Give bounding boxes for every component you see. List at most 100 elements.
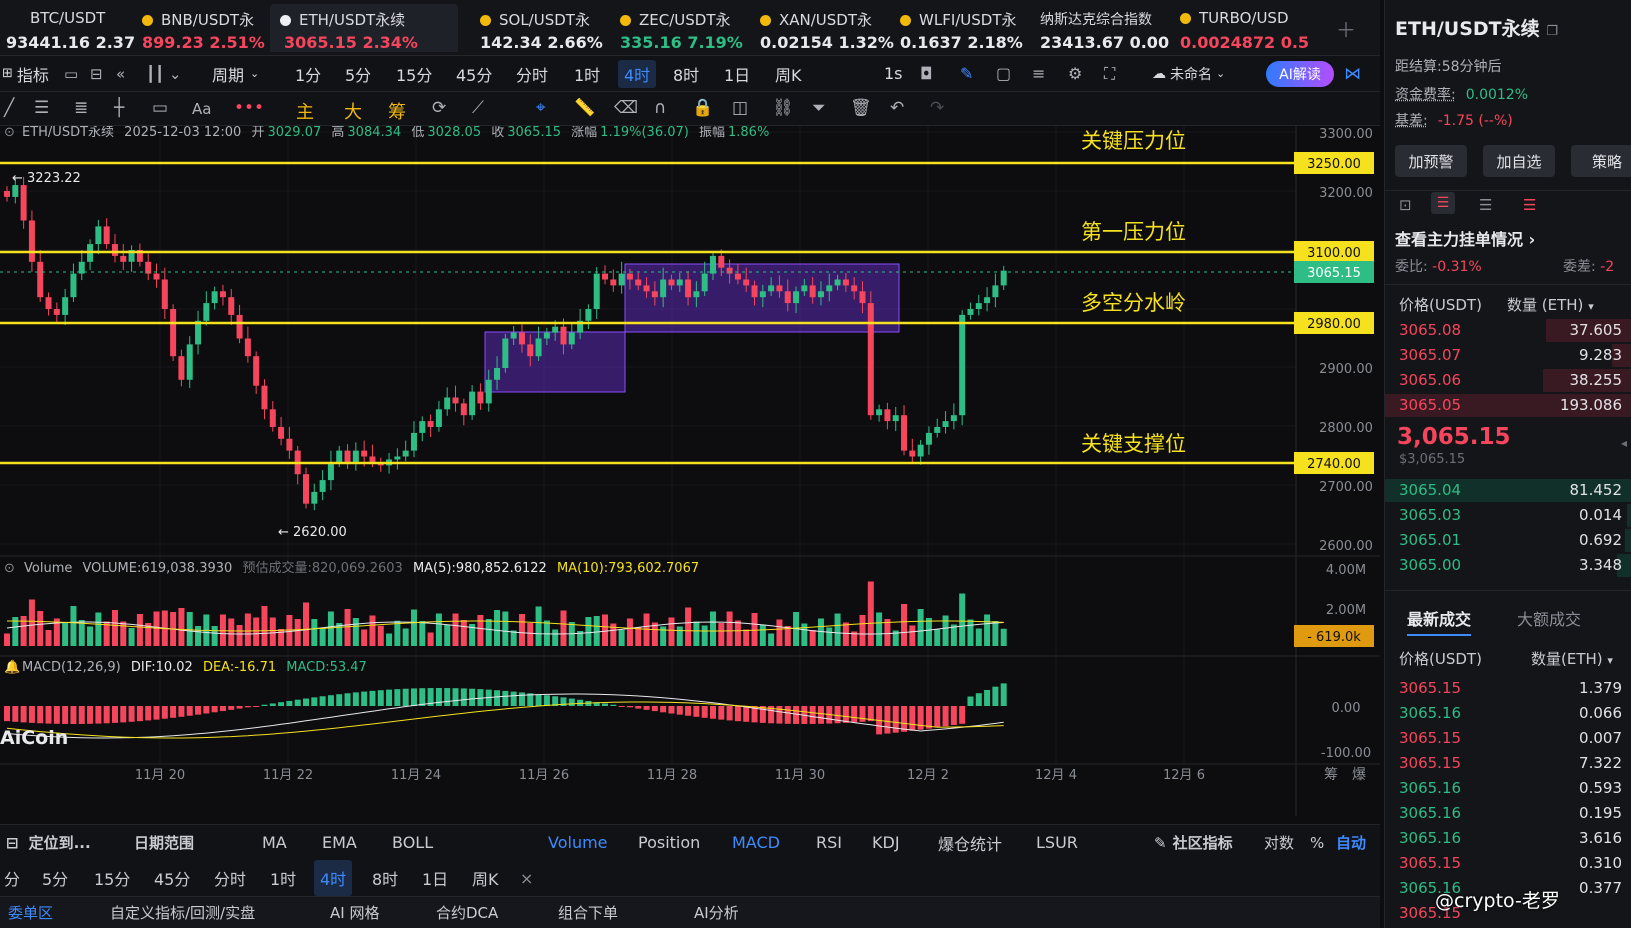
interval-1h[interactable]: 1时	[574, 56, 600, 91]
interval-8h[interactable]: 8时	[673, 56, 699, 91]
indicator-rsi[interactable]: RSI	[816, 825, 842, 860]
date-range-button[interactable]: 日期范围	[134, 825, 194, 860]
indicator-ema[interactable]: EMA	[322, 825, 357, 860]
ask-row[interactable]: 3065.05 193.086	[1385, 393, 1631, 418]
liquidation-corner-label[interactable]: 爆	[1352, 767, 1366, 783]
indicator-position[interactable]: Position	[638, 825, 700, 860]
interval-1m[interactable]: 1分	[295, 56, 321, 91]
ticker-tab-bnb[interactable]: BNB/USDT永 899.23 2.51%	[142, 4, 266, 52]
ticker-tab-btc[interactable]: BTC/USDT 93441.16 2.37	[6, 4, 135, 52]
orderbook-qty-header[interactable]: 数量 (ETH) ▾	[1507, 294, 1594, 315]
filter-icon[interactable]: ⏷	[812, 98, 826, 118]
strategy-button[interactable]: 策略	[1571, 145, 1631, 177]
collapse-icon[interactable]: ⊙	[4, 125, 15, 140]
quick-interval-1d[interactable]: 1日	[422, 860, 448, 896]
tab-ai-grid[interactable]: AI 网格	[330, 897, 379, 928]
share-icon[interactable]: ⋈	[1344, 56, 1361, 91]
draw-big-label[interactable]: 大	[344, 98, 362, 124]
compare-icon[interactable]: ⊟	[90, 56, 103, 91]
interval-15m[interactable]: 15分	[396, 56, 432, 91]
interval-timeshare[interactable]: 分时	[516, 56, 548, 91]
orderbook-view-split-icon[interactable]: ☰	[1431, 192, 1455, 214]
measure-icon[interactable]: ⟋	[472, 98, 484, 118]
indicator-button[interactable]: ⊞ 指标	[2, 56, 49, 91]
quick-interval-15m[interactable]: 15分	[94, 860, 130, 896]
log-scale-toggle[interactable]: 对数	[1264, 825, 1294, 860]
interval-1d[interactable]: 1日	[724, 56, 750, 91]
pencil-icon[interactable]: ✎	[960, 56, 973, 91]
add-tab-icon[interactable]: ＋	[1336, 14, 1356, 43]
tab-contract-dca[interactable]: 合约DCA	[436, 897, 498, 928]
quick-interval-1h[interactable]: 1时	[270, 860, 296, 896]
ticker-tab-nasdaq[interactable]: 纳斯达克综合指数 23413.67 0.00	[1040, 4, 1169, 52]
quick-interval-5m[interactable]: 5分	[42, 860, 68, 896]
quick-interval-week[interactable]: 周K	[472, 860, 499, 896]
list-icon[interactable]: ≡	[1032, 56, 1045, 91]
bid-row[interactable]: 3065.00 3.348	[1385, 553, 1631, 578]
tab-large-trades[interactable]: 大额成交	[1517, 606, 1581, 630]
indicator-volume[interactable]: Volume	[548, 825, 608, 860]
parallel-tool-icon[interactable]: ≣	[74, 98, 88, 118]
tab-latest-trades[interactable]: 最新成交	[1407, 606, 1472, 636]
quick-interval-timeshare[interactable]: 分时	[214, 860, 246, 896]
locate-button[interactable]: ⊟ 定位到...	[6, 825, 91, 860]
draw-chip-label[interactable]: 筹	[388, 98, 406, 124]
eraser-icon[interactable]: ⌫	[614, 98, 638, 118]
ticker-tab-eth[interactable]: ETH/USDT永续 3065.15 2.34%	[270, 4, 458, 52]
lock-icon[interactable]: 🔒	[692, 98, 713, 118]
chart-type-icon[interactable]: ┃┃ ⌄	[146, 56, 181, 91]
orderbook-view-bids-icon[interactable]: ☰	[1479, 196, 1492, 214]
sync-icon[interactable]: ⟳	[432, 98, 446, 118]
indicator-lsur[interactable]: LSUR	[1036, 825, 1078, 860]
percent-scale-toggle[interactable]: %	[1310, 825, 1324, 860]
trash-icon[interactable]: 🗑	[850, 98, 872, 118]
magnet-icon[interactable]: ∩	[654, 98, 666, 118]
comment-icon[interactable]: ▢	[996, 56, 1011, 91]
auto-scale-toggle[interactable]: 自动	[1336, 825, 1366, 860]
line-tool-icon[interactable]: ╱	[4, 98, 14, 118]
add-watchlist-button[interactable]: 加自选	[1483, 145, 1555, 177]
quick-interval-8h[interactable]: 8时	[372, 860, 398, 896]
add-alert-button[interactable]: 加预警	[1395, 145, 1467, 177]
cursor-icon[interactable]: ⌖	[536, 98, 546, 118]
tab-ai-analysis[interactable]: AI分析	[694, 897, 739, 928]
text-tool-icon[interactable]: Aa	[192, 100, 211, 118]
rect-tool-icon[interactable]: ▭	[152, 98, 168, 118]
hlines-tool-icon[interactable]: ☰	[34, 98, 49, 118]
tab-orders[interactable]: 委单区	[8, 897, 53, 928]
ticker-tab-zec[interactable]: ZEC/USDT永 335.16 7.19%	[620, 4, 744, 52]
undo-icon[interactable]: ↶	[890, 98, 904, 118]
main-orders-link[interactable]: 查看主力挂单情况 ›	[1395, 226, 1535, 250]
period-dropdown[interactable]: 周期 ⌄	[212, 56, 259, 91]
draw-main-label[interactable]: 主	[296, 98, 314, 124]
interval-week[interactable]: 周K	[775, 56, 802, 91]
interval-5m[interactable]: 5分	[345, 56, 371, 91]
more-tools-icon[interactable]: •••	[234, 98, 264, 118]
indicator-boll[interactable]: BOLL	[392, 825, 433, 860]
fullscreen-icon[interactable]: ⛶	[1104, 56, 1115, 91]
layout-icon[interactable]: ▭	[64, 56, 78, 91]
camera-icon[interactable]: ◘	[920, 56, 933, 91]
redo-icon[interactable]: ↷	[930, 98, 944, 118]
indicator-macd[interactable]: MACD	[732, 825, 780, 860]
interval-45m[interactable]: 45分	[456, 56, 492, 91]
trades-qty-header[interactable]: 数量(ETH) ▾	[1531, 648, 1613, 669]
quick-interval-1m[interactable]: 分	[4, 860, 20, 896]
ruler-icon[interactable]: 📏	[574, 98, 595, 118]
chip-corner-label[interactable]: 筹	[1324, 766, 1338, 783]
indicator-ma[interactable]: MA	[262, 825, 287, 860]
one-second-button[interactable]: 1s	[884, 56, 903, 91]
indicator-liquidation[interactable]: 爆仓统计	[938, 825, 1002, 860]
expand-handle-icon[interactable]: ◂	[1621, 436, 1627, 450]
rewind-icon[interactable]: «	[116, 56, 125, 91]
tab-custom-indicators[interactable]: 自定义指标/回测/实盘	[110, 897, 255, 928]
ticker-tab-sol[interactable]: SOL/USDT永 142.34 2.66%	[480, 4, 604, 52]
close-icon[interactable]: ×	[520, 860, 533, 896]
bid-row[interactable]: 3065.01 0.692	[1385, 528, 1631, 553]
quick-interval-4h[interactable]: 4时	[314, 860, 353, 896]
copy-icon[interactable]: ❐	[1546, 24, 1558, 39]
bid-row[interactable]: 3065.04 81.452	[1385, 478, 1631, 503]
hide-icon[interactable]: ◫	[732, 98, 748, 118]
bid-row[interactable]: 3065.03 0.014	[1385, 503, 1631, 528]
ai-read-button[interactable]: AI解读	[1266, 61, 1334, 87]
